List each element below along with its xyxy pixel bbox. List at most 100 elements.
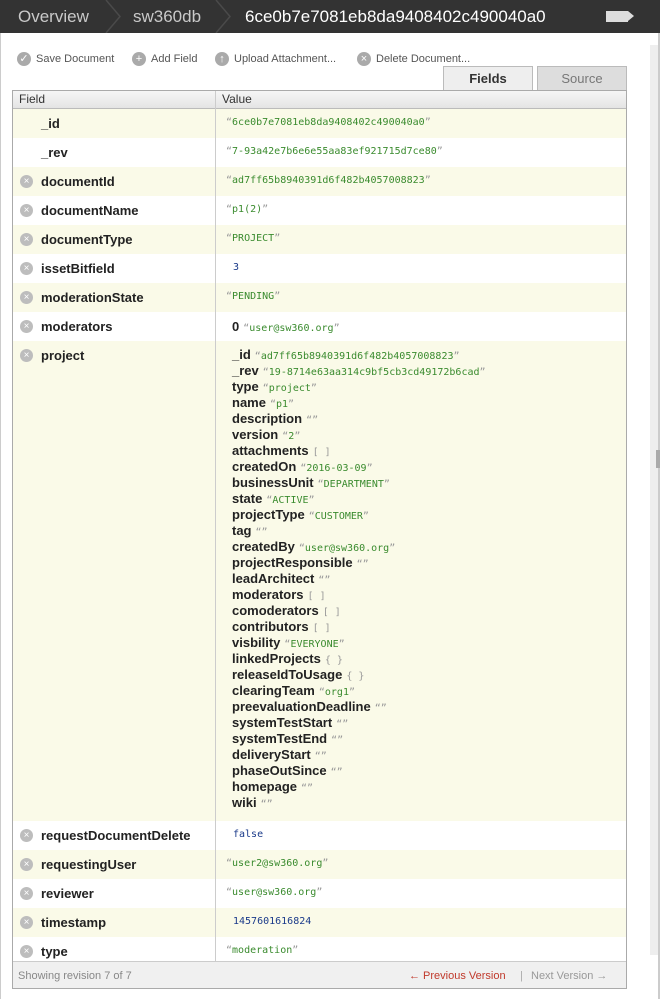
field-value[interactable]: “ad7ff65b8940391d6f482b4057008823” bbox=[226, 175, 431, 186]
remove-field-icon[interactable]: × bbox=[20, 204, 33, 217]
field-row-requestingUser[interactable]: × requestingUser “user2@sw360.org” bbox=[13, 850, 626, 879]
next-version-link[interactable]: Next Version → bbox=[531, 970, 607, 982]
field-row-project[interactable]: × project _id “ad7ff65b8940391d6f482b405700… bbox=[13, 341, 626, 821]
tag-icon[interactable] bbox=[606, 11, 634, 22]
project-property[interactable]: _rev “19-8714e63aa314c9bf5cb3cd49172b6cad… bbox=[232, 362, 486, 378]
project-property[interactable]: createdBy “user@sw360.org” bbox=[232, 538, 395, 554]
project-property[interactable]: attachments[ ] bbox=[232, 442, 331, 458]
project-property[interactable]: preevaluationDeadline “” bbox=[232, 698, 387, 714]
scrollbar[interactable] bbox=[650, 45, 658, 955]
field-value[interactable]: “7-93a42e7b6e6e55aa83ef921715d7ce80” bbox=[226, 146, 443, 157]
tab-source[interactable]: Source bbox=[537, 66, 627, 90]
field-row-timestamp[interactable]: × timestamp 1457601616824 bbox=[13, 908, 626, 937]
delete-icon: × bbox=[357, 52, 371, 66]
field-row-documentId[interactable]: × documentId “ad7ff65b8940391d6f482b405700… bbox=[13, 167, 626, 196]
remove-field-icon[interactable]: × bbox=[20, 262, 33, 275]
project-property[interactable]: systemTestEnd “” bbox=[232, 730, 343, 746]
field-row-requestDocumentDelete[interactable]: × requestDocumentDelete false bbox=[13, 821, 626, 850]
field-row-documentType[interactable]: × documentType “PROJECT” bbox=[13, 225, 626, 254]
field-value[interactable]: “moderation” bbox=[226, 945, 298, 956]
project-property[interactable]: releaseIdToUsage{ } bbox=[232, 666, 364, 682]
field-column-header: Field bbox=[19, 92, 46, 106]
breadcrumb-database[interactable]: sw360db bbox=[133, 7, 201, 27]
remove-field-icon[interactable]: × bbox=[20, 945, 33, 958]
delete-document-button[interactable]: × Delete Document... bbox=[357, 52, 470, 66]
field-name: requestDocumentDelete bbox=[41, 828, 191, 843]
breadcrumb-overview[interactable]: Overview bbox=[18, 7, 89, 27]
project-property[interactable]: linkedProjects{ } bbox=[232, 650, 343, 666]
save-document-button[interactable]: ✓ Save Document bbox=[17, 52, 114, 66]
upload-attachment-button[interactable]: ↑ Upload Attachment... bbox=[215, 52, 336, 66]
project-property[interactable]: description “” bbox=[232, 410, 318, 426]
scrollbar-thumb[interactable] bbox=[656, 450, 660, 468]
remove-field-icon[interactable]: × bbox=[20, 175, 33, 188]
project-property[interactable]: projectResponsible “” bbox=[232, 554, 369, 570]
remove-field-icon[interactable]: × bbox=[20, 887, 33, 900]
project-property[interactable]: leadArchitect “” bbox=[232, 570, 330, 586]
field-name: requestingUser bbox=[41, 857, 137, 872]
property-key: systemTestEnd bbox=[232, 731, 328, 746]
remove-field-icon[interactable]: × bbox=[20, 916, 33, 929]
field-value[interactable]: “PROJECT” bbox=[226, 233, 280, 244]
field-name: reviewer bbox=[41, 886, 94, 901]
field-value[interactable]: 3 bbox=[233, 262, 239, 273]
project-property[interactable]: homepage “” bbox=[232, 778, 313, 794]
project-property[interactable]: tag “” bbox=[232, 522, 268, 538]
field-value[interactable]: false bbox=[233, 829, 263, 840]
field-value[interactable]: “user2@sw360.org” bbox=[226, 858, 328, 869]
field-value[interactable]: 0 “user@sw360.org” bbox=[232, 319, 340, 334]
add-field-button[interactable]: + Add Field bbox=[132, 52, 197, 66]
remove-field-icon[interactable]: × bbox=[20, 320, 33, 333]
previous-version-link[interactable]: ← Previous Version bbox=[409, 970, 506, 982]
project-property[interactable]: clearingTeam “org1” bbox=[232, 682, 355, 698]
property-key: projectType bbox=[232, 507, 305, 522]
field-row-rev[interactable]: _rev “7-93a42e7b6e6e55aa83ef921715d7ce80” bbox=[13, 138, 626, 167]
project-property[interactable]: type “project” bbox=[232, 378, 317, 394]
project-property[interactable]: projectType “CUSTOMER” bbox=[232, 506, 369, 522]
property-value: “EVERYONE” bbox=[284, 639, 345, 650]
field-value[interactable]: “user@sw360.org” bbox=[226, 887, 322, 898]
remove-field-icon[interactable]: × bbox=[20, 291, 33, 304]
field-row-id[interactable]: _id “6ce0b7e7081eb8da9408402c490040a0” bbox=[13, 109, 626, 138]
project-property[interactable]: contributors[ ] bbox=[232, 618, 331, 634]
property-key: phaseOutSince bbox=[232, 763, 327, 778]
field-row-moderationState[interactable]: × moderationState “PENDING” bbox=[13, 283, 626, 312]
project-property[interactable]: version “2” bbox=[232, 426, 300, 442]
field-value[interactable]: 1457601616824 bbox=[233, 916, 311, 927]
project-property[interactable]: createdOn “2016-03-09” bbox=[232, 458, 373, 474]
project-property[interactable]: moderators[ ] bbox=[232, 586, 326, 602]
project-property[interactable]: phaseOutSince “” bbox=[232, 762, 343, 778]
property-key: _rev bbox=[232, 363, 259, 378]
field-row-documentName[interactable]: × documentName “p1(2)” bbox=[13, 196, 626, 225]
project-property[interactable]: comoderators[ ] bbox=[232, 602, 341, 618]
tab-fields[interactable]: Fields bbox=[443, 66, 533, 91]
project-property[interactable]: state “ACTIVE” bbox=[232, 490, 315, 506]
remove-field-icon[interactable]: × bbox=[20, 349, 33, 362]
project-property[interactable]: _id “ad7ff65b8940391d6f482b4057008823” bbox=[232, 346, 460, 362]
field-name: project bbox=[41, 348, 85, 363]
field-row-reviewer[interactable]: × reviewer “user@sw360.org” bbox=[13, 879, 626, 908]
field-name: issetBitfield bbox=[41, 261, 115, 276]
remove-field-icon[interactable]: × bbox=[20, 233, 33, 246]
field-value[interactable]: “p1(2)” bbox=[226, 204, 268, 215]
array-index: 0 bbox=[232, 319, 240, 334]
remove-field-icon[interactable]: × bbox=[20, 829, 33, 842]
property-key: name bbox=[232, 395, 266, 410]
property-key: createdOn bbox=[232, 459, 297, 474]
project-property[interactable]: systemTestStart “” bbox=[232, 714, 348, 730]
project-property[interactable]: visbility “EVERYONE” bbox=[232, 634, 345, 650]
field-name: timestamp bbox=[41, 915, 107, 930]
field-value[interactable]: “6ce0b7e7081eb8da9408402c490040a0” bbox=[226, 117, 431, 128]
plus-icon: + bbox=[132, 52, 146, 66]
field-row-moderators[interactable]: × moderators 0 “user@sw360.org” bbox=[13, 312, 626, 341]
field-row-issetBitfield[interactable]: × issetBitfield 3 bbox=[13, 254, 626, 283]
remove-field-icon[interactable]: × bbox=[20, 858, 33, 871]
field-value[interactable]: “PENDING” bbox=[226, 291, 280, 302]
project-property[interactable]: deliveryStart “” bbox=[232, 746, 327, 762]
field-name: moderationState bbox=[41, 290, 144, 305]
property-key: description bbox=[232, 411, 303, 426]
property-key: version bbox=[232, 427, 279, 442]
project-property[interactable]: businessUnit “DEPARTMENT” bbox=[232, 474, 390, 490]
project-property[interactable]: name “p1” bbox=[232, 394, 294, 410]
project-property[interactable]: wiki “” bbox=[232, 794, 273, 810]
